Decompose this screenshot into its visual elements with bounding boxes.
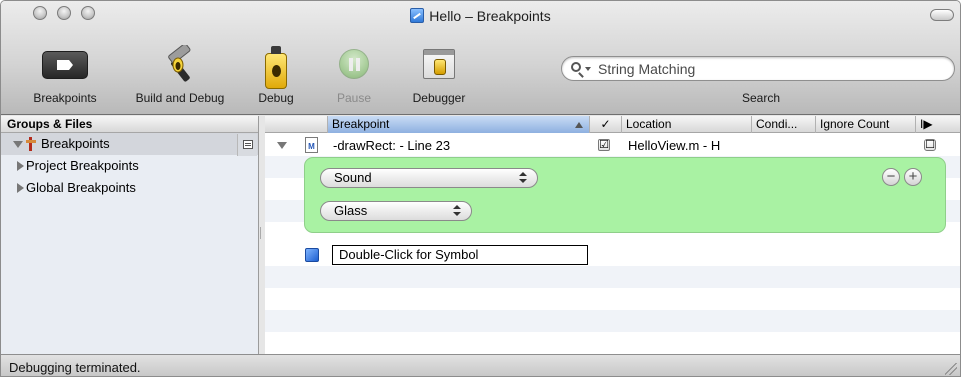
column-header-enabled-label: ✓ — [600, 117, 611, 131]
popup-arrows-icon — [453, 205, 461, 217]
debugger-button[interactable]: Debugger — [399, 45, 479, 107]
column-header-condition[interactable]: Condi... — [751, 116, 815, 133]
breakpoints-button[interactable]: Breakpoints — [19, 45, 111, 107]
build-and-debug-button[interactable]: Build and Debug — [119, 45, 241, 107]
remove-action-button[interactable]: − — [882, 168, 900, 186]
table-header: Breakpoint ✓ Location Condi... Ignore Co… — [265, 116, 960, 133]
sidebar-item-global-breakpoints[interactable]: Global Breakpoints — [1, 177, 258, 199]
column-header-location[interactable]: Location — [621, 116, 751, 133]
groups-files-sidebar: Groups & Files Breakpoints Project Break… — [1, 116, 259, 355]
list-detail-icon — [243, 140, 253, 149]
column-header-condition-label: Condi... — [756, 117, 798, 131]
sidebar-item-project-breakpoints[interactable]: Project Breakpoints — [1, 155, 258, 177]
search-field[interactable] — [561, 56, 955, 81]
breakpoint-icon — [42, 51, 88, 79]
symbol-cube-icon — [305, 248, 319, 262]
window-title-text: Hello – Breakpoints — [429, 8, 551, 24]
debug-bug-icon — [265, 46, 287, 89]
sidebar-detail-toggle[interactable] — [237, 134, 257, 156]
column-header-disclosure[interactable] — [265, 116, 327, 133]
debug-button[interactable]: Debug — [251, 45, 301, 107]
table-row — [265, 288, 960, 310]
enabled-checkbox[interactable]: ☑ — [598, 139, 610, 151]
popup-arrows-icon — [519, 172, 527, 184]
build-and-debug-label: Build and Debug — [135, 91, 225, 105]
status-text: Debugging terminated. — [9, 360, 141, 375]
disclosure-expanded-icon[interactable] — [13, 141, 23, 148]
column-header-enabled[interactable]: ✓ — [589, 116, 621, 133]
continue-checkbox[interactable]: ☐ — [924, 139, 936, 151]
breakpoint-action-panel: Sound Glass − + — [304, 157, 946, 233]
breakpoints-group-icon — [26, 137, 38, 151]
debugger-label: Debugger — [412, 91, 466, 105]
column-header-ignore-count[interactable]: Ignore Count — [815, 116, 915, 133]
breakpoint-location: HelloView.m - H — [628, 138, 721, 153]
action-type-value: Sound — [334, 170, 372, 185]
table-row[interactable]: M -drawRect: - Line 23 ☑ HelloView.m - H… — [265, 134, 960, 156]
objc-file-icon: M — [305, 137, 318, 153]
disclosure-expanded-icon[interactable] — [277, 142, 287, 149]
hammer-bug-icon — [168, 45, 191, 82]
sidebar-item-label: Project Breakpoints — [26, 158, 139, 173]
table-row — [265, 266, 960, 288]
project-document-icon — [410, 8, 425, 23]
column-header-breakpoint[interactable]: Breakpoint — [327, 116, 589, 133]
breakpoints-label: Breakpoints — [33, 91, 97, 105]
sidebar-header[interactable]: Groups & Files — [1, 116, 258, 133]
column-header-continue-label: I▶ — [920, 117, 933, 131]
action-type-popup[interactable]: Sound — [320, 168, 538, 188]
breakpoints-table: Breakpoint ✓ Location Condi... Ignore Co… — [265, 116, 960, 355]
search-icon — [571, 62, 581, 72]
column-header-continue[interactable]: I▶ — [915, 116, 960, 133]
sidebar-item-label: Breakpoints — [41, 136, 110, 151]
sort-ascending-icon — [575, 122, 583, 128]
add-action-button[interactable]: + — [904, 168, 922, 186]
window: Hello – Breakpoints Breakpoints Build an… — [0, 0, 961, 377]
search-input[interactable] — [598, 59, 938, 79]
pause-label: Pause — [336, 91, 372, 105]
sound-name-popup[interactable]: Glass — [320, 201, 472, 221]
search-label: Search — [741, 91, 781, 105]
title-toolbar: Hello – Breakpoints Breakpoints Build an… — [1, 1, 960, 115]
disclosure-collapsed-icon[interactable] — [17, 161, 24, 171]
breakpoint-name: -drawRect: - Line 23 — [333, 138, 451, 153]
new-symbol-field[interactable]: Double-Click for Symbol — [332, 245, 588, 265]
status-bar: Debugging terminated. — [1, 354, 960, 376]
table-row — [265, 310, 960, 332]
debugger-window-icon — [423, 49, 455, 79]
pause-icon — [339, 49, 369, 79]
search-menu-chevron-icon[interactable] — [585, 67, 591, 71]
sidebar-item-label: Global Breakpoints — [26, 180, 136, 195]
sound-name-value: Glass — [334, 203, 368, 218]
sidebar-item-breakpoints[interactable]: Breakpoints — [1, 133, 258, 155]
window-title: Hello – Breakpoints — [1, 8, 960, 24]
table-row — [265, 332, 960, 354]
resize-grip-icon[interactable] — [945, 363, 957, 375]
debug-label: Debug — [258, 91, 294, 105]
column-header-location-label: Location — [626, 117, 672, 131]
table-row-new-symbol[interactable]: Double-Click for Symbol — [265, 244, 960, 266]
disclosure-collapsed-icon[interactable] — [17, 183, 24, 193]
toolbar-toggle-button[interactable] — [930, 9, 954, 21]
pause-button[interactable]: Pause — [326, 45, 382, 107]
column-header-breakpoint-label: Breakpoint — [332, 117, 390, 131]
split-view-handle[interactable] — [260, 227, 264, 239]
column-header-ignore-count-label: Ignore Count — [820, 117, 890, 131]
